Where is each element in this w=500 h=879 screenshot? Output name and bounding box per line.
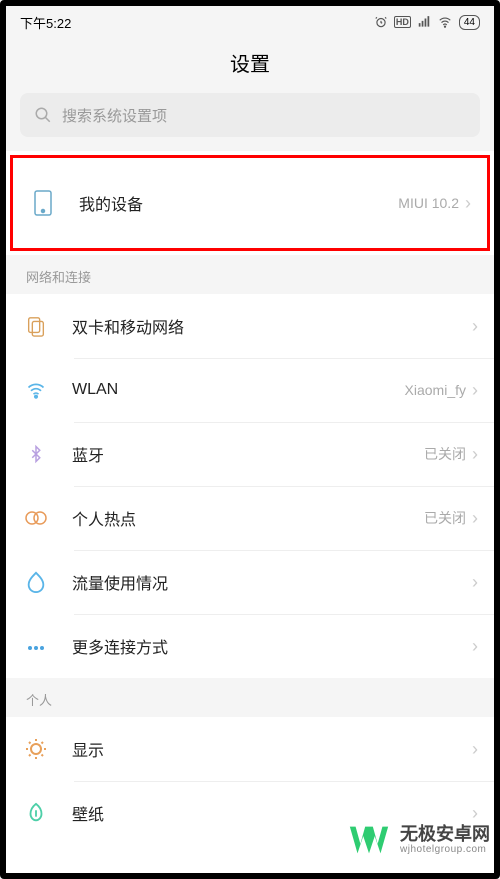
wlan-item[interactable]: WLAN Xiaomi_fy › [6, 358, 494, 422]
sim-item[interactable]: 双卡和移动网络 › [6, 294, 494, 358]
search-input[interactable]: 搜索系统设置项 [20, 93, 480, 137]
item-value: 已关闭 [424, 444, 466, 464]
my-device-item[interactable]: 我的设备 MIUI 10.2 › [13, 158, 487, 248]
data-usage-item[interactable]: 流量使用情况 › [6, 550, 494, 614]
chevron-right-icon: › [472, 739, 478, 760]
sim-icon [22, 312, 50, 340]
watermark: 无极安卓网 wjhotelgroup.com [346, 817, 490, 863]
phone-icon [29, 189, 57, 217]
item-label: 流量使用情况 [72, 570, 466, 594]
data-usage-icon [22, 568, 50, 596]
wifi-icon [22, 376, 50, 404]
bluetooth-item[interactable]: 蓝牙 已关闭 › [6, 422, 494, 486]
more-icon [22, 632, 50, 660]
signal-icon [417, 15, 431, 29]
item-value: 已关闭 [424, 508, 466, 528]
watermark-logo-icon [346, 817, 392, 863]
section-header-personal: 个人 [6, 678, 494, 717]
my-device-label: 我的设备 [79, 191, 398, 215]
wifi-icon-status [437, 15, 453, 29]
wallpaper-icon [22, 799, 50, 827]
chevron-right-icon: › [472, 316, 478, 337]
section-header-network: 网络和连接 [6, 255, 494, 294]
display-item[interactable]: 显示 › [6, 717, 494, 781]
item-label: 更多连接方式 [72, 634, 466, 658]
my-device-value: MIUI 10.2 [398, 195, 459, 211]
item-label: 个人热点 [72, 506, 424, 530]
item-label: WLAN [72, 381, 405, 399]
chevron-right-icon: › [472, 572, 478, 593]
search-icon [34, 106, 52, 124]
hd-icon: HD [394, 16, 411, 28]
display-icon [22, 735, 50, 763]
item-label: 蓝牙 [72, 442, 424, 466]
battery-indicator: 44 [459, 15, 480, 30]
page-title: 设置 [6, 38, 494, 93]
search-placeholder: 搜索系统设置项 [62, 105, 167, 126]
highlight-annotation: 我的设备 MIUI 10.2 › [10, 155, 490, 251]
hotspot-item[interactable]: 个人热点 已关闭 › [6, 486, 494, 550]
chevron-right-icon: › [472, 444, 478, 465]
alarm-icon [374, 15, 388, 29]
watermark-url: wjhotelgroup.com [400, 844, 490, 855]
status-indicators: HD 44 [374, 15, 480, 30]
more-connections-item[interactable]: 更多连接方式 › [6, 614, 494, 678]
chevron-right-icon: › [465, 193, 471, 214]
watermark-title: 无极安卓网 [400, 825, 490, 845]
item-value: Xiaomi_fy [405, 382, 466, 398]
item-label: 显示 [72, 737, 466, 761]
bluetooth-icon [22, 440, 50, 468]
status-time: 下午5:22 [20, 13, 71, 32]
item-label: 双卡和移动网络 [72, 314, 466, 338]
chevron-right-icon: › [472, 508, 478, 529]
hotspot-icon [22, 504, 50, 532]
chevron-right-icon: › [472, 380, 478, 401]
status-bar: 下午5:22 HD 44 [6, 6, 494, 38]
chevron-right-icon: › [472, 636, 478, 657]
